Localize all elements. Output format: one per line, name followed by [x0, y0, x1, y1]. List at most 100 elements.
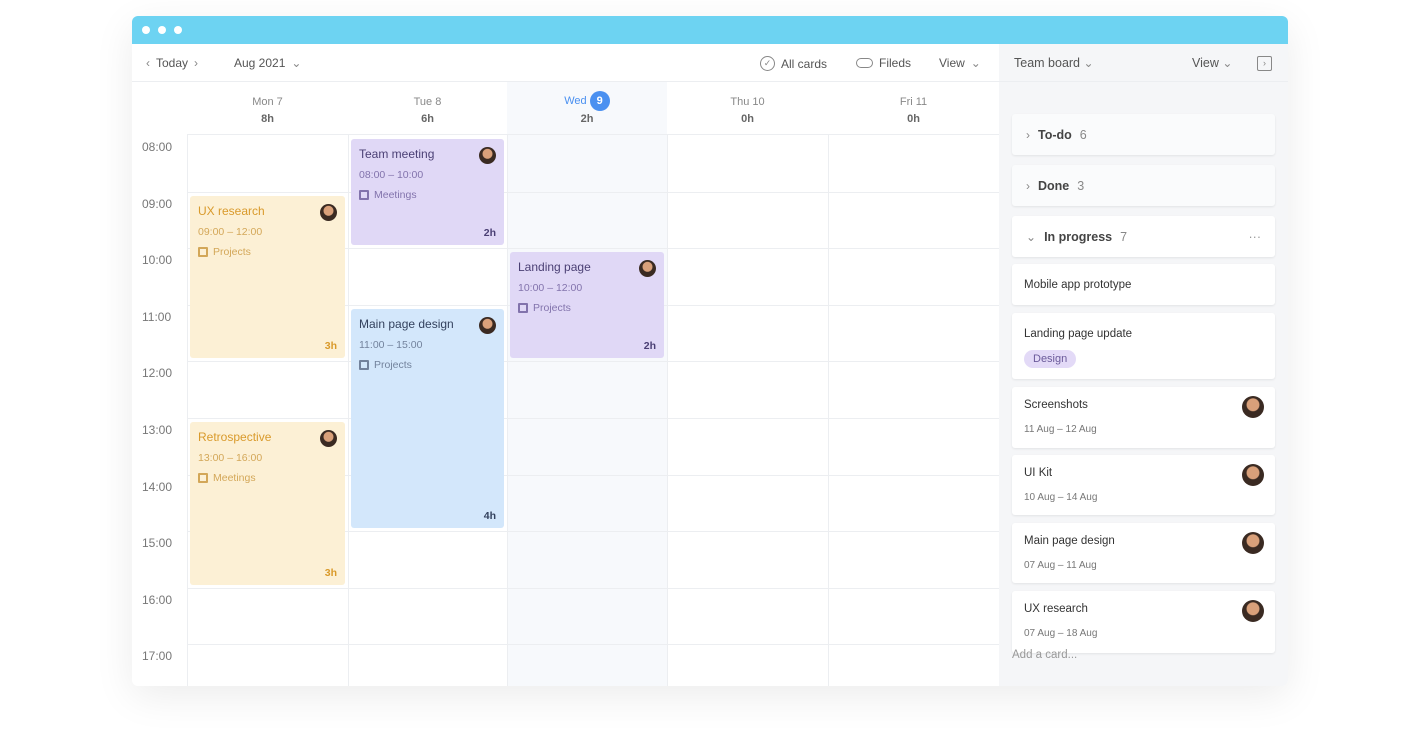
chevron-right-icon: › — [1026, 178, 1030, 193]
avatar — [1242, 396, 1264, 418]
event-duration: 2h — [483, 227, 496, 240]
collapse-panel-icon[interactable]: › — [1257, 56, 1272, 71]
event-card[interactable]: Retrospective 13:00 – 16:00 Meetings 3h — [190, 422, 345, 585]
board-icon — [359, 190, 369, 200]
board-card[interactable]: Landing page update Design — [1012, 313, 1275, 379]
title-bar — [132, 16, 1288, 44]
day-header[interactable]: Thu 10 0h — [667, 82, 828, 134]
event-time: 10:00 – 12:00 — [518, 282, 583, 295]
hour-line — [187, 191, 999, 193]
day-column[interactable] — [667, 135, 828, 686]
chevron-down-icon: ⌄ — [1026, 229, 1037, 244]
board-card[interactable]: UI Kit 10 Aug – 14 Aug — [1012, 455, 1275, 515]
view-button[interactable]: View ⌄ — [939, 56, 981, 70]
card-tag[interactable]: Design — [1024, 350, 1077, 368]
day-hours: 8h — [261, 113, 274, 125]
event-duration: 3h — [324, 340, 337, 353]
time-label: 15:00 — [142, 536, 173, 551]
time-label: 13:00 — [142, 423, 173, 437]
group-label: In progress — [1044, 229, 1113, 244]
time-label: 10:00 — [142, 253, 173, 268]
event-category: Projects — [518, 302, 656, 314]
event-card[interactable]: UX research 09:00 – 12:00 Projects 3h — [190, 195, 345, 359]
card-dates: 07 Aug – 18 Aug — [1024, 628, 1098, 639]
card-dates: 11 Aug – 12 Aug — [1024, 424, 1097, 435]
group-header[interactable]: ⌄ In progress 7 ··· — [1012, 216, 1275, 257]
time-label: 14:00 — [142, 479, 173, 494]
hour-line — [187, 587, 999, 589]
card-title: Main page design — [1024, 535, 1115, 547]
day-header[interactable]: Tue 8 6h — [348, 82, 507, 134]
event-time: 13:00 – 16:00 — [198, 452, 263, 464]
add-card-button[interactable]: Add a card... — [1012, 649, 1077, 661]
more-icon[interactable]: ··· — [1249, 230, 1262, 244]
next-icon[interactable]: › — [194, 56, 198, 70]
category-label: Projects — [533, 302, 571, 315]
day-label: Fri 11 — [899, 96, 928, 108]
chevron-down-icon: ⌄ — [291, 56, 302, 70]
event-duration: 3h — [324, 566, 337, 579]
day-hours: 2h — [580, 113, 594, 125]
time-label: 08:00 — [142, 140, 173, 154]
avatar — [320, 203, 337, 221]
event-time: 08:00 – 10:00 — [359, 169, 424, 181]
calendar-toolbar: ‹ Today › Aug 2021 ⌄ ✓ All cards Fileds … — [132, 44, 999, 82]
time-label: 16:00 — [142, 592, 173, 607]
today-button[interactable]: Today — [156, 56, 188, 70]
day-header[interactable]: Mon 7 8h — [187, 82, 348, 134]
day-header[interactable]: Fri 11 0h — [828, 82, 999, 134]
event-card[interactable]: Team meeting 08:00 – 10:00 Meetings 2h — [351, 139, 504, 246]
event-title: Landing page — [518, 260, 591, 275]
avatar — [1242, 464, 1264, 486]
board-card[interactable]: Main page design 07 Aug – 11 Aug — [1012, 523, 1275, 583]
window-dot[interactable] — [142, 26, 150, 34]
hour-line — [187, 418, 999, 419]
day-label: Thu 10 — [730, 96, 765, 108]
day-column[interactable] — [507, 135, 667, 686]
group-count: 3 — [1077, 178, 1085, 193]
avatar — [320, 430, 337, 447]
event-title: Main page design — [359, 316, 454, 331]
day-hours: 0h — [907, 113, 920, 125]
panel-view-label: View — [1192, 56, 1219, 70]
category-label: Meetings — [213, 472, 256, 484]
fields-label: Fileds — [879, 56, 912, 70]
board-select[interactable]: Team board ⌄ — [1014, 56, 1094, 70]
event-card[interactable]: Landing page 10:00 – 12:00 Projects 2h — [510, 252, 664, 359]
board-card[interactable]: Screenshots 11 Aug – 12 Aug — [1012, 387, 1275, 448]
month-select[interactable]: Aug 2021 ⌄ — [234, 56, 301, 70]
card-title: Mobile app prototype — [1024, 279, 1132, 291]
fields-button[interactable]: Fileds — [856, 56, 911, 70]
toggle-icon — [856, 58, 873, 68]
avatar — [1242, 532, 1264, 554]
app-window: ‹ Today › Aug 2021 ⌄ ✓ All cards Fileds … — [132, 16, 1288, 686]
day-column[interactable] — [828, 135, 999, 686]
event-category: Meetings — [359, 189, 496, 201]
card-title: Screenshots — [1024, 399, 1088, 411]
chevron-down-icon: ⌄ — [970, 56, 981, 70]
day-header[interactable]: Wed 9 2h — [507, 82, 667, 134]
category-label: Projects — [374, 358, 412, 371]
day-label: Mon 7 — [252, 96, 283, 108]
panel-view-button[interactable]: View ⌄ — [1192, 56, 1232, 70]
board-card[interactable]: Mobile app prototype — [1012, 264, 1275, 305]
card-title: UI Kit — [1024, 467, 1053, 479]
prev-icon[interactable]: ‹ — [146, 56, 150, 70]
board-card[interactable]: UX research 07 Aug – 18 Aug — [1012, 591, 1275, 653]
view-label: View — [939, 56, 965, 70]
group-header[interactable]: › Done 3 — [1012, 165, 1275, 206]
check-circle-icon: ✓ — [760, 56, 775, 71]
event-category: Meetings — [198, 472, 337, 484]
hour-line — [187, 361, 999, 363]
day-label: Tue 8 — [413, 96, 442, 108]
card-dates: 07 Aug – 11 Aug — [1024, 560, 1097, 571]
all-cards-button[interactable]: ✓ All cards — [760, 56, 827, 71]
time-label: 12:00 — [142, 366, 173, 381]
all-cards-label: All cards — [781, 56, 828, 71]
event-card[interactable]: Main page design 11:00 – 15:00 Projects … — [351, 308, 504, 529]
group-header[interactable]: › To-do 6 — [1012, 114, 1275, 155]
window-dot[interactable] — [174, 26, 182, 34]
group-count: 6 — [1079, 127, 1087, 142]
window-dot[interactable] — [158, 26, 166, 34]
month-label: Aug 2021 — [234, 56, 286, 70]
